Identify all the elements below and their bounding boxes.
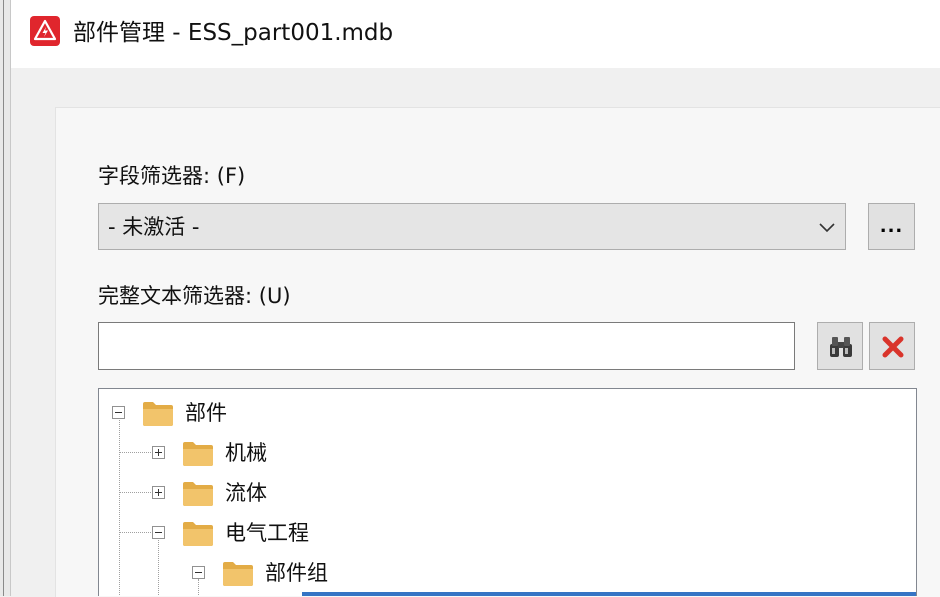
selected-tree-row[interactable] xyxy=(302,592,916,596)
tree-node-parts[interactable]: 部件 xyxy=(99,393,399,433)
tree-node-label: 部件组 xyxy=(265,561,328,585)
window-title: 部件管理 - ESS_part001.mdb xyxy=(73,20,394,46)
tree-connector xyxy=(119,417,120,596)
tree-node-label: 部件 xyxy=(185,401,227,425)
window-left-edge xyxy=(0,0,11,596)
app-warning-icon xyxy=(30,16,60,46)
field-filter-selected-value: - 未激活 - xyxy=(108,215,200,239)
fulltext-filter-label: 完整文本筛选器: (U) xyxy=(98,284,291,308)
tree-node-label: 机械 xyxy=(225,441,267,465)
fulltext-filter-input[interactable] xyxy=(98,322,795,370)
collapse-toggle-icon[interactable] xyxy=(152,526,165,539)
tree-node-part-group[interactable]: 部件组 xyxy=(179,553,479,593)
field-filter-more-button[interactable]: ... xyxy=(868,203,915,250)
field-filter-label: 字段筛选器: (F) xyxy=(98,164,246,188)
folder-icon xyxy=(143,402,173,426)
expand-toggle-icon[interactable] xyxy=(152,446,165,459)
close-icon xyxy=(882,336,904,358)
parts-tree[interactable]: 部件 机械 流体 电气工程 部件组 xyxy=(98,388,917,596)
chevron-down-icon xyxy=(819,223,835,233)
folder-icon xyxy=(183,482,213,506)
title-bar[interactable]: 部件管理 - ESS_part001.mdb xyxy=(11,0,940,68)
folder-icon xyxy=(183,522,213,546)
tree-node-mechanical[interactable]: 机械 xyxy=(139,433,399,473)
binoculars-icon xyxy=(830,337,852,357)
tree-node-electrical[interactable]: 电气工程 xyxy=(139,513,439,553)
collapse-toggle-icon[interactable] xyxy=(192,566,205,579)
tree-node-fluid[interactable]: 流体 xyxy=(139,473,399,513)
clear-filter-button[interactable] xyxy=(869,322,915,370)
folder-icon xyxy=(183,442,213,466)
more-button-label: ... xyxy=(879,216,904,237)
expand-toggle-icon[interactable] xyxy=(152,486,165,499)
collapse-toggle-icon[interactable] xyxy=(112,406,125,419)
search-button[interactable] xyxy=(817,322,863,370)
field-filter-dropdown[interactable]: - 未激活 - xyxy=(98,203,846,250)
tree-node-label: 电气工程 xyxy=(225,521,309,545)
folder-icon xyxy=(223,562,253,586)
tree-node-label: 流体 xyxy=(225,481,267,505)
